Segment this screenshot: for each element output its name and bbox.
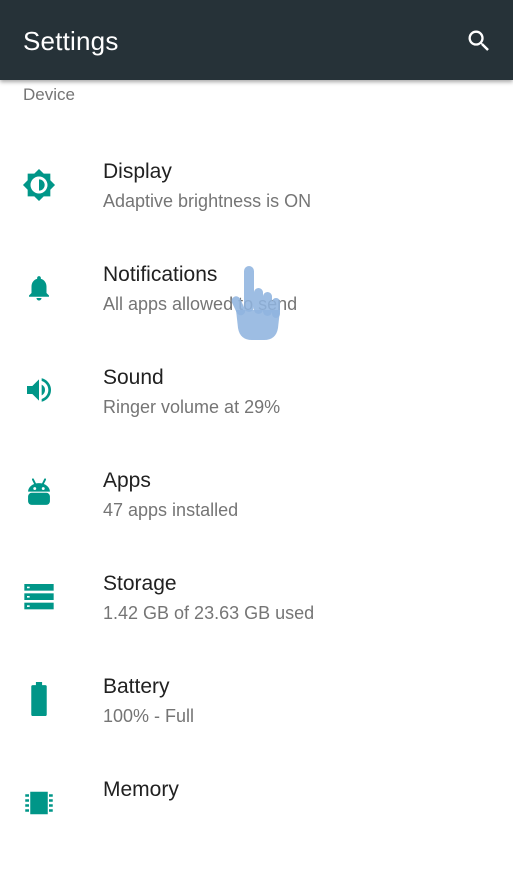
- settings-item-memory[interactable]: Memory: [0, 772, 513, 875]
- settings-item-title: Notifications: [103, 263, 218, 286]
- settings-item-sound[interactable]: Sound Ringer volume at 29%: [0, 360, 513, 463]
- settings-item-title: Battery: [103, 675, 170, 698]
- settings-item-title: Memory: [103, 778, 179, 801]
- memory-chip-icon: [22, 786, 56, 820]
- battery-icon: [22, 682, 56, 716]
- settings-item-title: Sound: [103, 366, 164, 389]
- settings-item-title: Storage: [103, 572, 177, 595]
- storage-icon: [22, 579, 56, 613]
- bell-icon: [22, 271, 56, 305]
- page-title: Settings: [23, 26, 119, 56]
- settings-item-summary: 1.42 GB of 23.63 GB used: [103, 603, 315, 623]
- settings-item-title: Apps: [103, 469, 151, 492]
- settings-item-apps[interactable]: Apps 47 apps installed: [0, 463, 513, 566]
- search-icon: [468, 30, 489, 51]
- brightness-icon: [22, 168, 56, 202]
- app-toolbar: Settings: [0, 0, 513, 80]
- settings-item-battery[interactable]: Battery 100% - Full: [0, 669, 513, 772]
- settings-item-notifications[interactable]: Notifications All apps allowed to send: [0, 257, 513, 360]
- settings-item-storage[interactable]: Storage 1.42 GB of 23.63 GB used: [0, 566, 513, 669]
- settings-item-summary: Adaptive brightness is ON: [103, 191, 312, 211]
- settings-item-summary: 47 apps installed: [103, 500, 239, 520]
- android-icon: [22, 477, 56, 511]
- settings-item-summary: Ringer volume at 29%: [103, 397, 281, 417]
- volume-icon: [22, 373, 56, 407]
- settings-item-summary: 100% - Full: [103, 706, 195, 726]
- settings-item-summary: All apps allowed to send: [103, 294, 298, 314]
- settings-item-title: Display: [103, 160, 172, 183]
- search-button[interactable]: [460, 22, 498, 60]
- settings-item-display[interactable]: Display Adaptive brightness is ON: [0, 154, 513, 257]
- section-header-device: Device: [23, 85, 75, 104]
